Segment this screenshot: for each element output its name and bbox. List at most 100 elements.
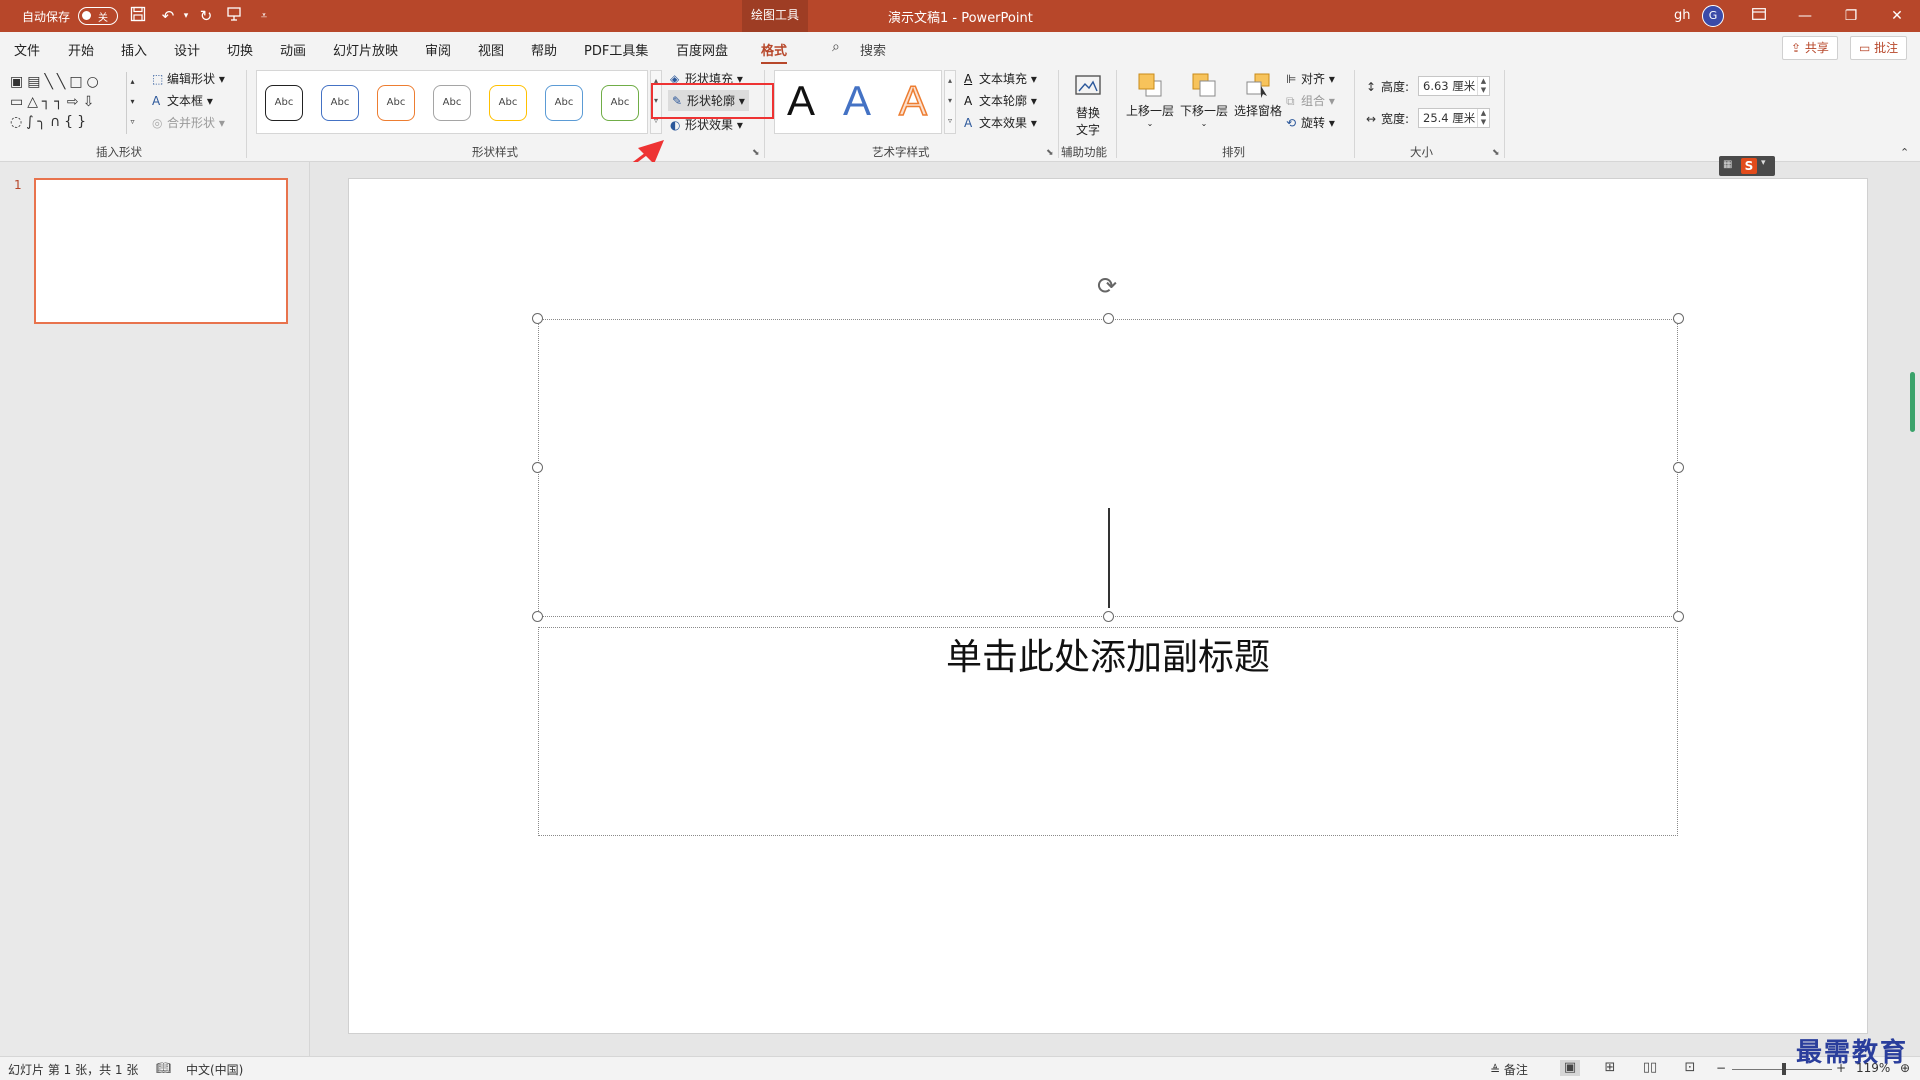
width-spinner[interactable]: ▲ ▼ [1477,109,1489,127]
autosave-toggle[interactable]: 关 [78,7,118,25]
normal-view-icon[interactable]: ▣ [1560,1060,1580,1076]
alt-text-button[interactable]: 替换 文字 [1068,72,1108,138]
alt-text-label-2: 文字 [1075,123,1100,137]
minimize-icon[interactable]: — [1782,0,1828,32]
size-launcher-icon[interactable]: ⬊ [1492,148,1500,158]
comment-label: 批注 [1874,41,1899,55]
resize-handle-bottom-right[interactable] [1673,611,1684,622]
collapse-ribbon-icon[interactable]: ⌃ [1900,146,1909,159]
undo-dropdown-icon[interactable]: ▾ [176,6,196,26]
wordart-style-orange[interactable]: A [898,76,928,125]
resize-handle-left[interactable] [532,462,543,473]
text-effects-label: 文本效果 [979,116,1028,130]
tab-view[interactable]: 视图 [478,40,504,59]
height-spinner[interactable]: ▲ ▼ [1477,77,1489,95]
merge-shapes-button[interactable]: ◎ 合并形状 ▾ [152,114,225,131]
rotate-handle-icon[interactable]: ⟳ [1097,272,1117,300]
save-icon[interactable] [128,6,148,26]
tab-baidu-netdisk[interactable]: 百度网盘 [676,40,728,59]
shapes-gallery-scroll[interactable]: ▴ ▾ ▿ [126,72,138,134]
document-title: 演示文稿1 - PowerPoint [888,11,1033,26]
ime-toolbar[interactable]: ▦ S ▾ [1719,156,1775,176]
search-icon[interactable]: ⌕ [832,39,840,55]
spell-check-icon[interactable]: 📖︎ [156,1061,171,1075]
tab-design[interactable]: 设计 [174,40,200,59]
rotate-button[interactable]: ⟲ 旋转 ▾ [1286,114,1335,131]
tab-help[interactable]: 帮助 [531,40,557,59]
tab-file[interactable]: 文件 [14,40,40,59]
resize-handle-top-right[interactable] [1673,313,1684,324]
wordart-style-black[interactable]: A [787,77,815,125]
zoom-out-icon[interactable]: − [1716,1061,1726,1075]
resize-handle-bottom[interactable] [1103,611,1114,622]
text-effects-button[interactable]: A 文本效果 ▾ [964,114,1037,131]
redo-icon[interactable]: ↻ [196,6,216,26]
resize-handle-right[interactable] [1673,462,1684,473]
text-box-button[interactable]: A 文本框 ▾ [152,92,213,109]
slide-thumbnail[interactable] [34,178,288,324]
send-backward-button[interactable]: 下移一层 ⌄ [1178,70,1230,128]
text-outline-button[interactable]: A 文本轮廓 ▾ [964,92,1037,109]
shape-styles-launcher-icon[interactable]: ⬊ [752,148,760,158]
share-button[interactable]: ⇪ 共享 [1782,36,1838,60]
language-indicator[interactable]: 中文(中国) [186,1061,243,1078]
slideshow-view-icon[interactable]: ⊡ [1680,1060,1700,1076]
close-icon[interactable]: ✕ [1874,0,1920,32]
comments-button[interactable]: ▭ 批注 [1850,36,1908,60]
resize-handle-top[interactable] [1103,313,1114,324]
wordart-scroll[interactable]: ▴ ▾ ▿ [944,70,956,134]
shape-style-3[interactable]: Abc [377,85,415,121]
autosave-label: 自动保存 [22,10,71,24]
shapes-row-3: ◌∫╮∩{} [10,114,90,130]
watermark-logo: 最需教育 [1796,1038,1909,1068]
reading-view-icon[interactable]: ▯▯ [1640,1060,1660,1076]
shape-style-4[interactable]: Abc [433,85,471,121]
user-name[interactable]: gh [1674,8,1691,23]
bring-forward-button[interactable]: 上移一层 ⌄ [1124,70,1176,128]
tab-transitions[interactable]: 切换 [227,40,253,59]
ribbon-display-options-icon[interactable] [1736,0,1782,32]
avatar[interactable]: G [1702,5,1724,27]
vertical-scrollbar[interactable] [1910,372,1915,432]
tab-home[interactable]: 开始 [68,40,94,59]
text-outline-icon: A [964,94,973,108]
shape-style-1[interactable]: Abc [265,85,303,121]
resize-handle-bottom-left[interactable] [532,611,543,622]
shape-style-6[interactable]: Abc [545,85,583,121]
customize-toolbar-icon[interactable]: ⩡ [254,6,274,26]
wordart-launcher-icon[interactable]: ⬊ [1046,148,1054,158]
wordart-group-label: 艺术字样式 [872,145,930,159]
tab-format[interactable]: 格式 [761,40,788,65]
shape-style-7[interactable]: Abc [601,85,639,121]
align-button[interactable]: ⊫ 对齐 ▾ [1286,70,1335,87]
zoom-slider-thumb[interactable] [1782,1063,1786,1075]
tab-animations[interactable]: 动画 [280,40,306,59]
edit-shape-button[interactable]: ⬚ 编辑形状 ▾ [152,70,225,87]
undo-icon[interactable]: ↶ [158,6,178,26]
presentation-start-icon[interactable] [224,6,244,26]
shapes-gallery[interactable]: ▣▤╲╲□○ ▭△┐┐⇨⇩ ◌∫╮∩{} ▴ ▾ ▿ [10,72,135,134]
text-fill-label: 文本填充 [979,72,1028,86]
bring-forward-dropdown-icon: ⌄ [1146,119,1154,128]
text-fill-button[interactable]: A 文本填充 ▾ [964,70,1037,87]
restore-icon[interactable]: ❐ [1828,0,1874,32]
tab-insert[interactable]: 插入 [121,40,147,59]
tab-pdf-tools[interactable]: PDF工具集 [584,40,648,59]
share-icon: ⇪ [1791,41,1805,55]
tab-review[interactable]: 审阅 [425,40,451,59]
selection-pane-button[interactable]: 选择窗格 [1232,70,1284,119]
notes-button[interactable]: ≜ 备注 [1490,1061,1528,1078]
search-label[interactable]: 搜索 [860,40,886,59]
slide-sorter-icon[interactable]: ⊞ [1600,1060,1620,1076]
tab-slideshow[interactable]: 幻灯片放映 [333,40,398,59]
insert-shapes-group-label: 插入形状 [96,145,142,159]
resize-handle-top-left[interactable] [532,313,543,324]
group-button[interactable]: ⧉ 组合 ▾ [1286,92,1335,109]
width-input[interactable]: 25.4 厘米 ▲ ▼ [1418,108,1490,128]
wordart-style-blue[interactable]: A [843,77,871,125]
shape-style-5[interactable]: Abc [489,85,527,121]
shape-style-2[interactable]: Abc [321,85,359,121]
height-input[interactable]: 6.63 厘米 ▲ ▼ [1418,76,1490,96]
height-label: ↕ 高度: [1366,78,1409,95]
text-box-label: 文本框 [167,94,204,108]
